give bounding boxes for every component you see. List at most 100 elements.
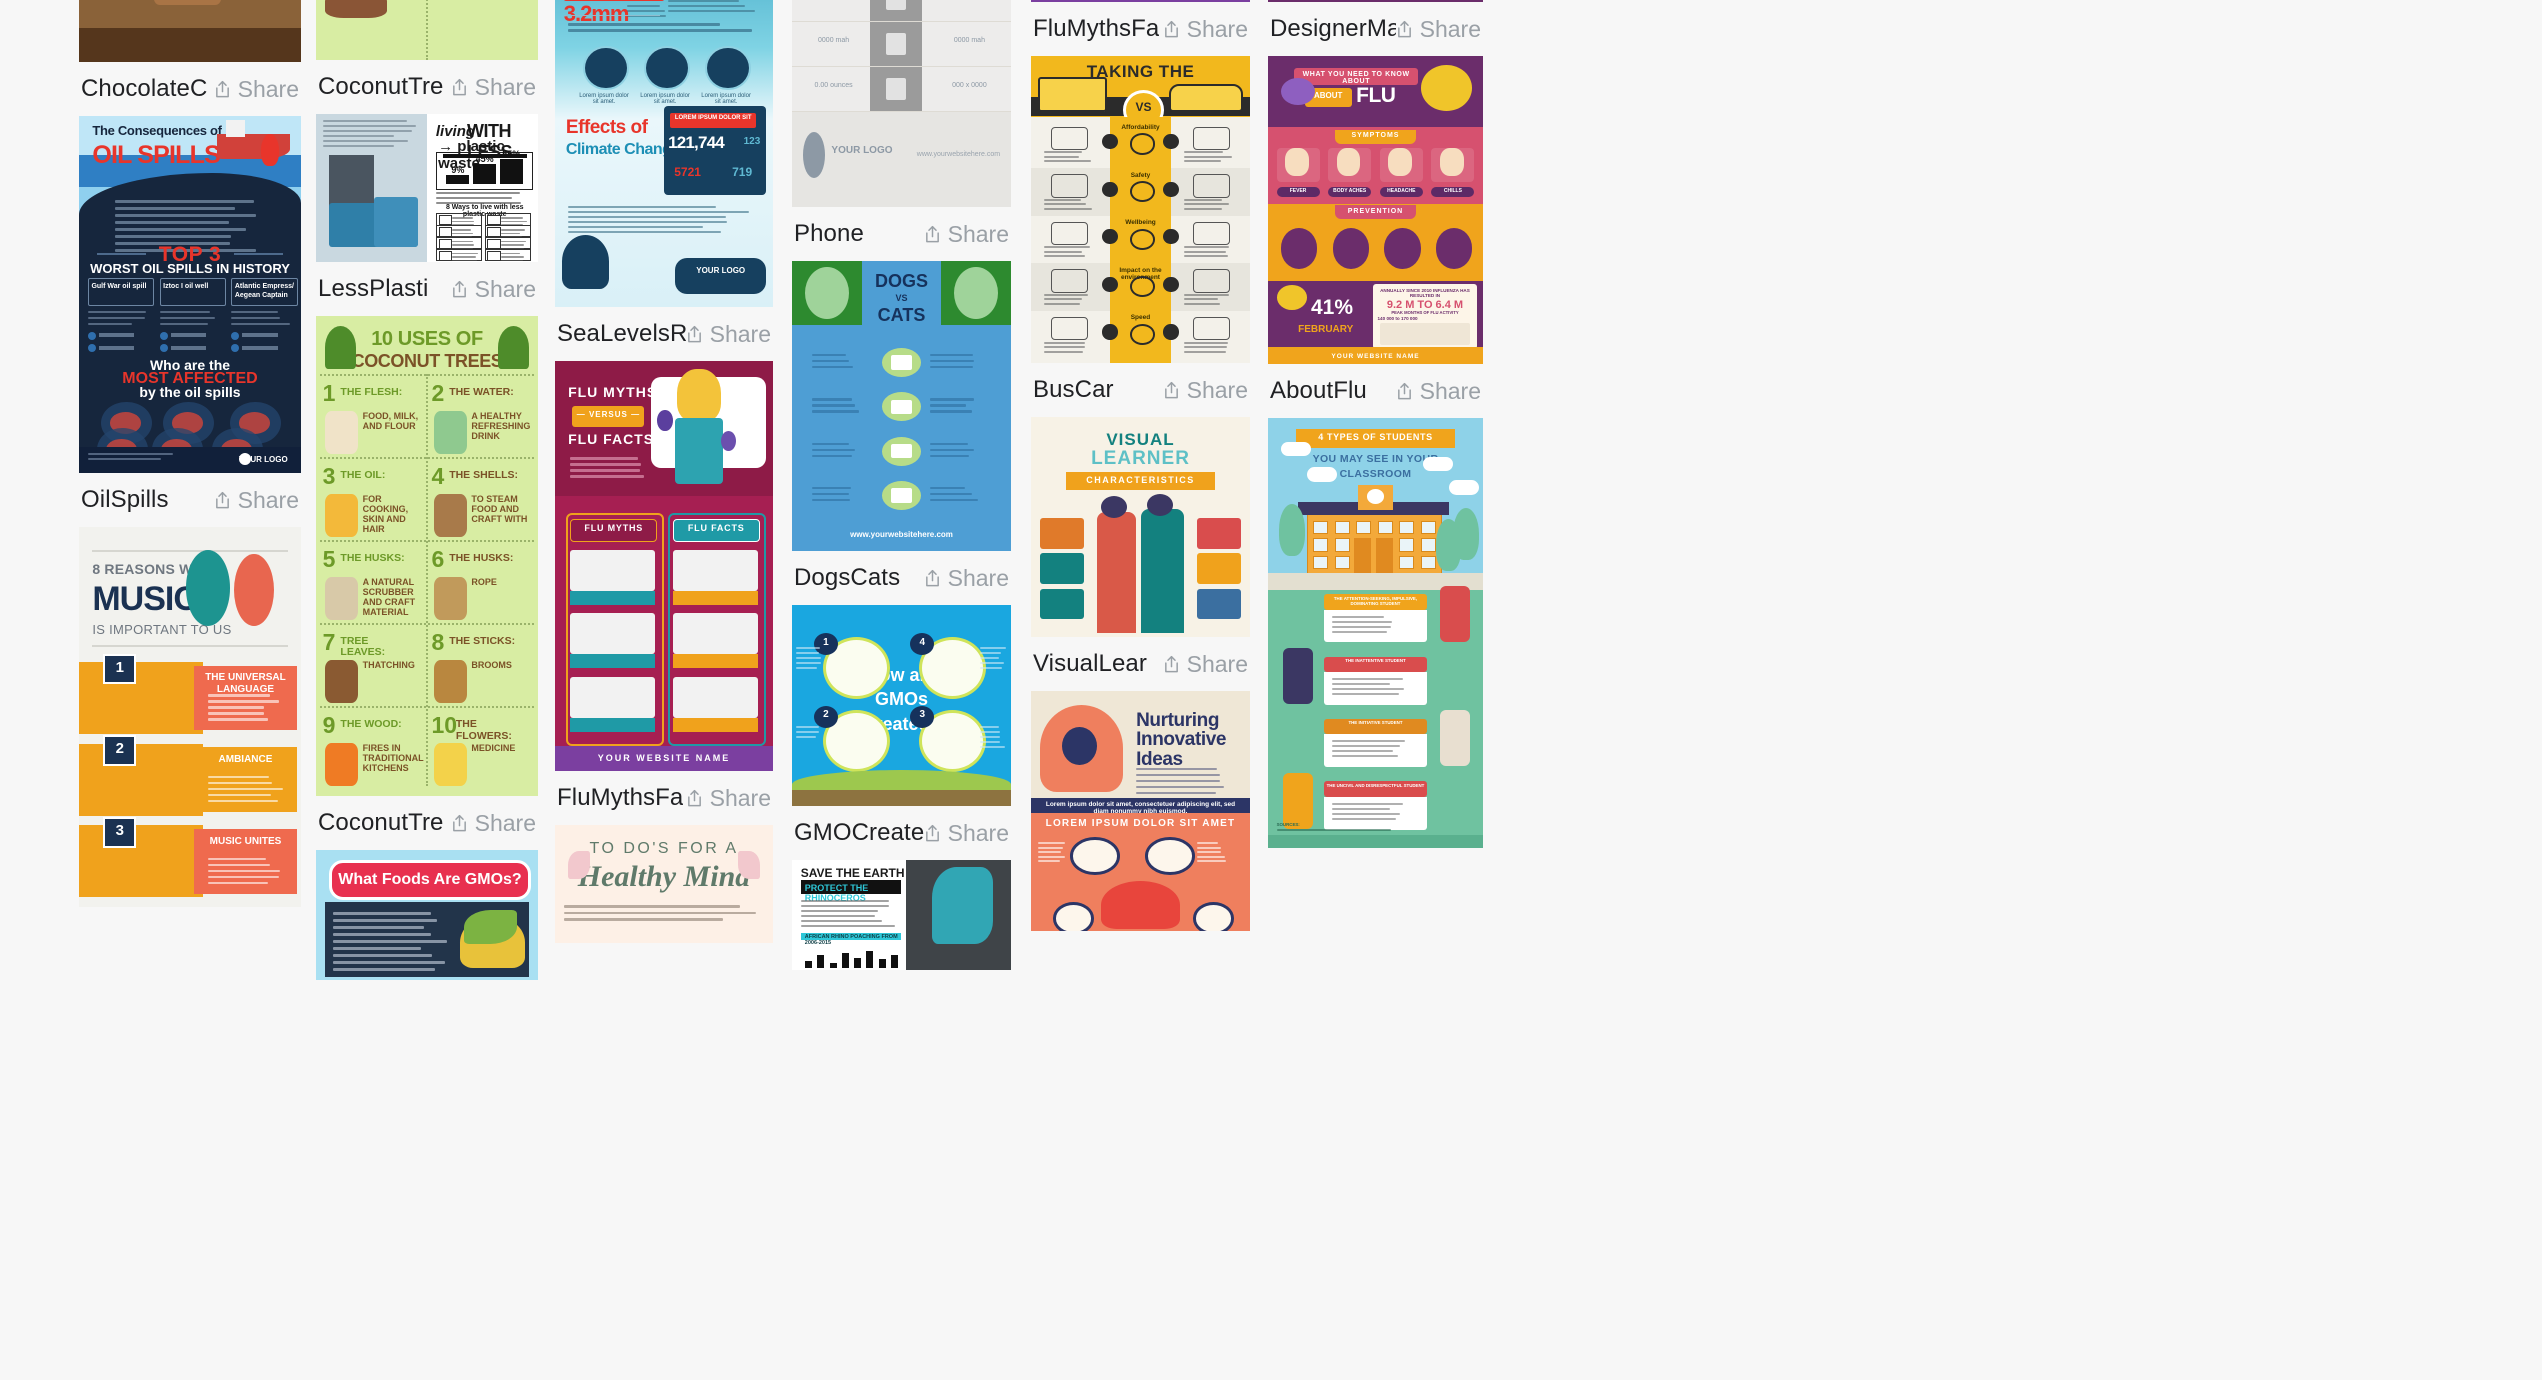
- flu-symptom: BODY ACHES: [1333, 188, 1367, 195]
- thumbnail-aboutflu[interactable]: WHAT YOU NEED TO KNOW ABOUT ABOUT FLU SYMPT…: [1268, 56, 1483, 364]
- share-button-visuallear[interactable]: Share: [1163, 651, 1248, 678]
- share-button-designerma[interactable]: Share: [1396, 16, 1481, 43]
- card-title-gmocreated: GMOCreated: [794, 819, 924, 846]
- flu-symptom: FEVER: [1289, 188, 1307, 195]
- share-label: Share: [1186, 376, 1248, 403]
- thumbnail-art-buscar: TAKING THEBUSCARVSAffordabilitySafetyWel…: [1031, 56, 1250, 363]
- buscar-criterion: Speed: [1130, 314, 1151, 322]
- card-title-designerma: DesignerMa: [1270, 15, 1396, 42]
- thumbnail-phone[interactable]: iPhoneVSGalaxy000 x 0000000 x 00000.0 in…: [792, 0, 1011, 207]
- thumbnail-dogscats[interactable]: DOGS VS CATS www.yourwebsitehere.com: [792, 261, 1011, 551]
- gallery-column-4: FluMythsFaShareTAKING THEBUSCARVSAfforda…: [1031, 0, 1250, 931]
- coconut-item-sub: TO STEAM FOOD AND CRAFT WITH: [471, 494, 528, 525]
- coconut-item-number: 8: [431, 628, 445, 655]
- student-type-label: THE UNCIVIL AND DISRESPECTFUL STUDENT: [1326, 782, 1425, 788]
- buscar-criterion: Wellbeing: [1125, 219, 1156, 227]
- share-button-phone[interactable]: Share: [924, 221, 1009, 248]
- share-button-dogscats[interactable]: Share: [924, 565, 1009, 592]
- thumbnail-flumythsfa-center[interactable]: FLU MYTHS — VERSUS — FLU FACTS FLU MYTHS FLU…: [555, 361, 773, 771]
- buscar-criterion: Affordability: [1121, 124, 1160, 132]
- thumbnail-flumythsfa-right[interactable]: [1031, 0, 1250, 2]
- thumbnail-nurturing[interactable]: Nurturing Innovative Ideas Lorem ipsum dolo…: [1031, 691, 1250, 931]
- plastic-chart-value: 45%: [475, 154, 494, 165]
- share-upload-icon: [451, 280, 468, 299]
- sea-bignum: 121,744: [668, 132, 725, 152]
- coconut-item-number: 4: [431, 462, 445, 489]
- thumbnail-art-flumythsfa-center: FLU MYTHS — VERSUS — FLU FACTS FLU MYTHS FLU…: [555, 361, 773, 771]
- share-button-oilspills[interactable]: Share: [214, 487, 299, 514]
- dogs-url: www.yourwebsitehere.com: [850, 530, 953, 540]
- thumbnail-chocolatec[interactable]: Step 3Step 4: [79, 0, 301, 62]
- thumbnail-buscar[interactable]: TAKING THEBUSCARVSAffordabilitySafetyWel…: [1031, 56, 1250, 363]
- students-h1: 4 TYPES OF STUDENTS: [1318, 431, 1433, 442]
- gallery-column-0: Step 3Step 4 ChocolateC Share The Consequen…: [79, 0, 301, 907]
- share-button-chocolatec[interactable]: Share: [214, 76, 299, 103]
- sea-smallstat: 5721: [674, 164, 701, 179]
- gallery-column-3: iPhoneVSGalaxy000 x 0000000 x 00000.0 in…: [792, 0, 1011, 970]
- thumbnail-art-visuallear: VISUAL LEARNER CHARACTERISTICS: [1031, 417, 1250, 637]
- share-upload-icon: [1163, 381, 1180, 400]
- share-label: Share: [237, 486, 299, 513]
- headline: The Consequences of: [92, 123, 222, 139]
- thumbnail-art-students: 4 TYPES OF STUDENTS YOU MAY SEE IN YOUR C…: [1268, 418, 1483, 848]
- thumbnail-coconuttre-top[interactable]: 910FIRES IN TRADITIONAL KITCHENSTHE FLOW…: [316, 0, 538, 60]
- card-meta-coconuttre-top: CoconutTre Share: [316, 60, 538, 114]
- share-button-coconuttre-top[interactable]: Share: [451, 74, 536, 101]
- share-button-coconuttre-main[interactable]: Share: [451, 810, 536, 837]
- share-button-buscar[interactable]: Share: [1163, 377, 1248, 404]
- flu-section-2: PREVENTION: [1347, 207, 1404, 215]
- thumbnail-designerma[interactable]: [1268, 0, 1483, 2]
- card-gmofoods: What Foods Are GMOs?: [316, 850, 538, 980]
- coconut-item-label: THE WOOD:: [340, 718, 402, 731]
- coconut-item-sub: FOOD, MILK, AND FLOUR: [362, 411, 419, 432]
- flu-stat-label: FEBRUARY: [1298, 323, 1354, 335]
- sea-smallstat: 719: [732, 164, 753, 179]
- card-meta-phone: Phone Share: [792, 207, 1011, 261]
- thumbnail-savetheearth[interactable]: SAVE THE EARTH PROTECT THE RHINOCEROS AFRI…: [792, 860, 1011, 970]
- flu-col-header: FLU MYTHS: [584, 523, 644, 534]
- earth-h1: SAVE THE EARTH: [800, 865, 905, 880]
- thumbnail-sealevelsr[interactable]: LOREM IPSUM DOLOR SIT8in.LOREM IPSUM DOL…: [555, 0, 773, 307]
- thumbnail-visuallear[interactable]: VISUAL LEARNER CHARACTERISTICS: [1031, 417, 1250, 637]
- thumbnail-art-flumythsfa-right: [1031, 0, 1250, 2]
- share-button-lessplasti[interactable]: Share: [451, 276, 536, 303]
- coconut-item-label: THE FLOWERS:: [455, 718, 512, 742]
- vl-h2: LEARNER: [1091, 447, 1190, 469]
- thumbnail-art-aboutflu: WHAT YOU NEED TO KNOW ABOUT ABOUT FLU SYMPT…: [1268, 56, 1483, 364]
- flu-box-sub: PEAK MONTHS OF FLU ACTIVITY: [1391, 309, 1459, 315]
- card-dogscats: DOGS VS CATS www.yourwebsitehere.com DogsCat…: [792, 261, 1011, 605]
- coconut-item-sub: A NATURAL SCRUBBER AND CRAFT MATERIAL: [362, 577, 416, 618]
- card-nurturing: Nurturing Innovative Ideas Lorem ipsum dolo…: [1031, 691, 1250, 931]
- coconut-item-number: 2: [431, 379, 445, 406]
- share-button-gmocreated[interactable]: Share: [924, 820, 1009, 847]
- headline-2: OIL SPILLS: [92, 140, 220, 169]
- share-upload-icon: [686, 789, 703, 808]
- thumbnail-students[interactable]: 4 TYPES OF STUDENTS YOU MAY SEE IN YOUR C…: [1268, 418, 1483, 848]
- card-title-phone: Phone: [794, 220, 864, 247]
- phone-url: www.yourwebsitehere.com: [916, 150, 1001, 158]
- share-button-flumythsfa-center[interactable]: Share: [686, 785, 771, 812]
- share-button-flumythsfa-right[interactable]: Share: [1163, 16, 1248, 43]
- thumbnail-oilspills[interactable]: The Consequences of OIL SPILLS TOP 3 WORST …: [79, 116, 301, 473]
- coconut-item-number: 9: [322, 711, 336, 738]
- gallery-column-2: LOREM IPSUM DOLOR SIT8in.LOREM IPSUM DOL…: [555, 0, 773, 943]
- coconut-item-label: THE WATER:: [449, 386, 514, 399]
- coconut-item-label: TREE LEAVES:: [340, 635, 386, 659]
- thumbnail-healthymind[interactable]: TO DO'S FOR A Healthy Mind: [555, 825, 773, 943]
- share-button-aboutflu[interactable]: Share: [1396, 378, 1481, 405]
- card-coconuttre-main: 10 USES OF COCONUT TREES 1 THE FLESH: FOOD, …: [316, 316, 538, 850]
- thumbnail-gmofoods[interactable]: What Foods Are GMOs?: [316, 850, 538, 980]
- card-meta-oilspills: OilSpills Share: [79, 473, 301, 527]
- thumbnail-lessplasti[interactable]: living WITH LESS → plastic waste ← 9% 45% 55%…: [316, 114, 538, 262]
- card-title-chocolatec: ChocolateC: [81, 75, 208, 102]
- share-label: Share: [1419, 377, 1481, 404]
- thumbnail-coconuttre-main[interactable]: 10 USES OF COCONUT TREES 1 THE FLESH: FOOD, …: [316, 316, 538, 796]
- share-label: Share: [947, 220, 1009, 247]
- share-label: Share: [474, 73, 536, 100]
- share-button-sealevelsr[interactable]: Share: [686, 321, 771, 348]
- plastic-chart-value: 9%: [451, 164, 465, 175]
- thumbnail-gmocreated[interactable]: How are GMOs Created? 1 2 3 4: [792, 605, 1011, 806]
- share-upload-icon: [451, 814, 468, 833]
- thumbnail-art-sealevelsr: LOREM IPSUM DOLOR SIT8in.LOREM IPSUM DOL…: [555, 0, 773, 307]
- thumbnail-music[interactable]: 8 REASONS WHY MUSIC IS IMPORTANT TO US THE …: [79, 527, 301, 907]
